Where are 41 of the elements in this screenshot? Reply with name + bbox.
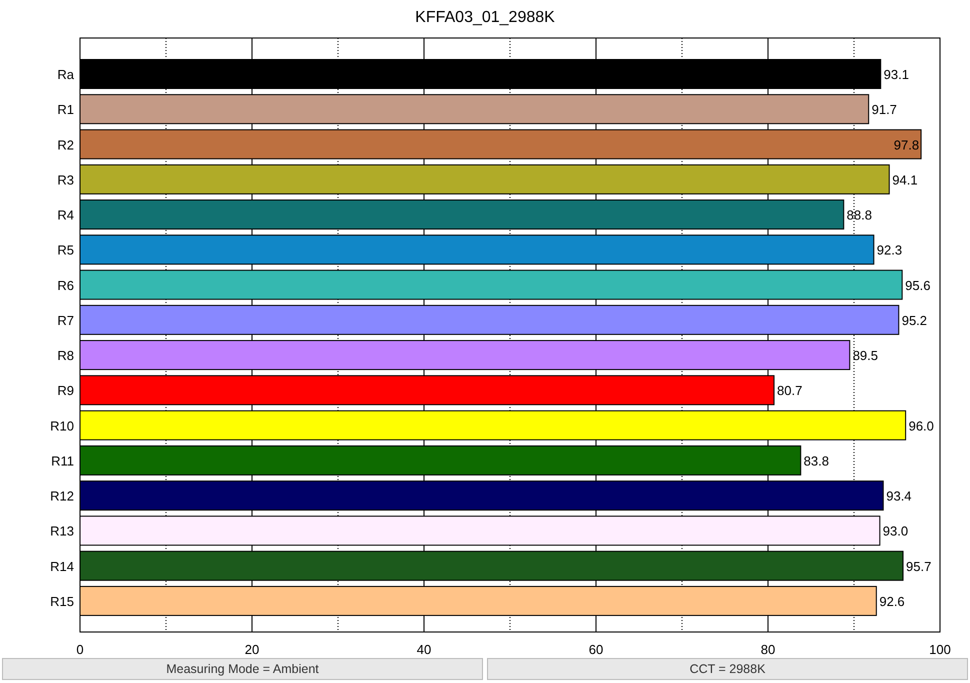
value-label: 89.5	[852, 348, 878, 364]
value-label: 95.2	[902, 312, 928, 328]
value-label: 94.1	[892, 172, 918, 188]
tick-label: 80	[760, 642, 776, 656]
category-label: R1	[57, 102, 74, 118]
tick-label: 20	[244, 642, 260, 656]
value-label: 93.1	[884, 67, 909, 82]
value-label: 91.7	[872, 102, 897, 118]
category-label: R8	[57, 348, 74, 364]
category-label: R14	[50, 558, 74, 574]
tick-label: 100	[929, 642, 951, 656]
value-label: 83.8	[804, 453, 829, 468]
status-field: CCT = 2988K	[487, 658, 968, 680]
value-label: 88.8	[846, 208, 872, 223]
value-label: 95.6	[905, 278, 930, 293]
category-label: R4	[57, 208, 74, 223]
category-label: R9	[57, 383, 74, 398]
category-label: R10	[50, 418, 74, 434]
category-label: R3	[57, 172, 74, 188]
value-label: 92.3	[876, 242, 902, 258]
category-label: R11	[51, 453, 74, 468]
value-label: 96.0	[908, 418, 934, 434]
tick-label: 40	[416, 642, 432, 656]
value-label: 93.4	[886, 488, 912, 504]
tick-label: 0	[76, 642, 84, 656]
value-label: 95.7	[906, 558, 932, 574]
value-label: 93.0	[882, 524, 908, 539]
category-label: R12	[50, 488, 74, 504]
status-field: Measuring Mode = Ambient	[2, 658, 483, 680]
tick-label: 60	[588, 642, 604, 656]
category-label: R7	[57, 312, 74, 328]
value-label: 92.6	[879, 594, 905, 609]
value-label: 80.7	[777, 383, 802, 398]
category-label: R13	[50, 524, 74, 539]
chart-title: KFFA03_01_2988K	[415, 9, 555, 26]
value-label: 97.8	[894, 137, 920, 152]
category-label: R6	[57, 278, 74, 293]
category-label: Ra	[57, 67, 74, 82]
category-label: R5	[57, 242, 74, 258]
category-label: R15	[50, 594, 74, 609]
category-label: R2	[57, 137, 74, 152]
